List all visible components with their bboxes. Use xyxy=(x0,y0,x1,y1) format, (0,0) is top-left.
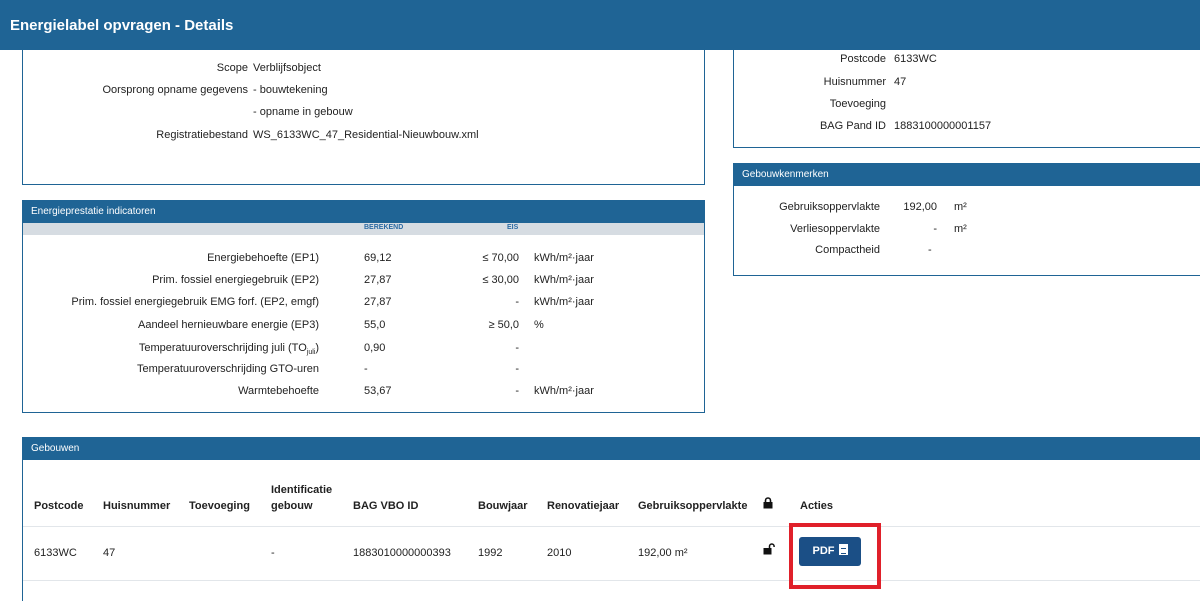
origin-value-1: - bouwtekening xyxy=(253,84,328,96)
kenmerken-title: Gebouwkenmerken xyxy=(734,164,1200,186)
energy-row: Temperatuuroverschrijding GTO-uren - - xyxy=(23,359,704,381)
th-identificatie-2: gebouw xyxy=(271,500,313,512)
energy-row-unit: kWh/m²·jaar xyxy=(534,252,594,264)
energy-row-label-main: Temperatuuroverschrijding juli (TO xyxy=(138,342,307,354)
energy-row: Aandeel hernieuwbare energie (EP3) 55,0 … xyxy=(23,315,704,337)
energy-row-label: Temperatuuroverschrijding juli (TOjuli) xyxy=(139,342,319,356)
th-huisnummer: Huisnummer xyxy=(103,500,171,512)
details-panel: Scope Verblijfsobject Oorsprong opname g… xyxy=(22,50,705,185)
energy-row: Temperatuuroverschrijding juli (TOjuli) … xyxy=(23,338,704,360)
verlies-label: Verliesoppervlakte xyxy=(790,223,880,235)
page-header: Energielabel opvragen - Details xyxy=(0,0,1200,50)
scope-value: Verblijfsobject xyxy=(253,62,321,74)
toevoeging-label: Toevoeging xyxy=(829,98,886,110)
file-label: Registratiebestand xyxy=(156,129,248,141)
energy-row-calc: 53,67 xyxy=(364,385,392,397)
huisnummer-label: Huisnummer xyxy=(823,76,886,88)
page-title: Energielabel opvragen - Details xyxy=(10,17,234,34)
energy-panel: Energieprestatie indicatoren BEREKEND EI… xyxy=(22,200,705,413)
energy-row-label: Aandeel hernieuwbare energie (EP3) xyxy=(137,319,319,331)
energy-row: Energiebehoefte (EP1) 69,12 ≤ 70,00 kWh/… xyxy=(23,248,704,270)
scope-label: Scope xyxy=(216,62,248,74)
th-bouwjaar: Bouwjaar xyxy=(478,500,528,512)
energy-row-calc: 55,0 xyxy=(364,319,386,331)
bag-pand-value: 1883100000001157 xyxy=(894,120,992,132)
address-panel: Postcode 6133WC Huisnummer 47 Toevoeging… xyxy=(733,50,1200,148)
compact-label: Compactheid xyxy=(815,244,880,256)
buildings-row-divider xyxy=(23,526,1200,527)
energy-row-calc: - xyxy=(364,363,368,375)
energy-row-req: ≤ 70,00 xyxy=(482,252,519,264)
cell-gebruiksoppervlakte: 192,00 m² xyxy=(638,547,688,559)
origin-label: Oorsprong opname gegevens xyxy=(102,84,248,96)
energy-row-req: ≥ 50,0 xyxy=(488,319,519,331)
huisnummer-value: 47 xyxy=(894,76,907,88)
buildings-panel: Gebouwen xyxy=(22,437,1200,601)
energy-row-unit: kWh/m²·jaar xyxy=(534,385,594,397)
postcode-value: 6133WC xyxy=(894,53,937,65)
cell-identificatie: - xyxy=(271,547,275,559)
energy-row-req: - xyxy=(515,296,519,308)
energy-row: Prim. fossiel energiegebruik EMG forf. (… xyxy=(23,292,704,314)
origin-value-2: - opname in gebouw xyxy=(253,106,353,118)
th-postcode: Postcode xyxy=(34,500,84,512)
verlies-value: - xyxy=(933,223,937,235)
cell-huisnummer: 47 xyxy=(103,547,116,559)
energy-row-calc: 0,90 xyxy=(364,342,386,354)
cell-postcode: 6133WC xyxy=(34,547,77,559)
highlight-box xyxy=(789,523,881,589)
energy-row-label: Prim. fossiel energiegebruik EMG forf. (… xyxy=(71,296,319,308)
unlock-icon[interactable] xyxy=(763,543,775,555)
energy-row-req: - xyxy=(515,385,519,397)
energy-row-label: Prim. fossiel energiegebruik (EP2) xyxy=(152,274,319,286)
th-identificatie-1: Identificatie xyxy=(271,484,333,496)
buildings-row-divider xyxy=(23,580,1200,581)
th-gebruiksoppervlakte: Gebruiksoppervlakte xyxy=(638,500,748,512)
energy-row-unit: % xyxy=(534,319,544,331)
th-acties: Acties xyxy=(800,500,834,512)
energy-row-label: Temperatuuroverschrijding GTO-uren xyxy=(137,363,319,375)
verlies-unit: m² xyxy=(954,223,967,235)
energy-row-calc: 27,87 xyxy=(364,296,392,308)
gebruik-value: 192,00 xyxy=(903,201,937,213)
gebruik-unit: m² xyxy=(954,201,967,213)
energy-row-calc: 27,87 xyxy=(364,274,392,286)
lock-icon xyxy=(763,497,773,509)
kenmerken-panel: Gebouwkenmerken Gebruiksoppervlakte 192,… xyxy=(733,163,1200,276)
energy-row-req: ≤ 30,00 xyxy=(482,274,519,286)
bag-pand-label: BAG Pand ID xyxy=(819,120,886,132)
th-renovatiejaar: Renovatiejaar xyxy=(547,500,620,512)
energy-row-label: Energiebehoefte (EP1) xyxy=(207,252,319,264)
cell-renovatiejaar: 2010 xyxy=(547,547,572,559)
energy-row: Warmtebehoefte 53,67 - kWh/m²·jaar xyxy=(23,381,704,403)
energy-column-header: BEREKEND EIS xyxy=(23,223,704,235)
gebruik-label: Gebruiksoppervlakte xyxy=(779,201,880,213)
postcode-label: Postcode xyxy=(840,53,886,65)
energy-title: Energieprestatie indicatoren xyxy=(23,201,704,223)
energy-row-unit: kWh/m²·jaar xyxy=(534,274,594,286)
cell-bouwjaar: 1992 xyxy=(478,547,503,559)
file-value: WS_6133WC_47_Residential-Nieuwbouw.xml xyxy=(253,129,479,141)
buildings-title: Gebouwen xyxy=(23,438,1200,460)
energy-row-label-end: ) xyxy=(315,342,319,354)
energy-row-calc: 69,12 xyxy=(364,252,392,264)
col-req-header: EIS xyxy=(507,224,519,231)
energy-row-req: - xyxy=(515,363,519,375)
energy-row-label: Warmtebehoefte xyxy=(238,385,319,397)
energy-row-req: - xyxy=(515,342,519,354)
cell-bag-vbo: 1883010000000393 xyxy=(353,547,451,559)
th-toevoeging: Toevoeging xyxy=(189,500,250,512)
compact-value: - xyxy=(928,244,932,256)
energy-row: Prim. fossiel energiegebruik (EP2) 27,87… xyxy=(23,270,704,292)
col-calc-header: BEREKEND xyxy=(364,224,404,231)
energy-row-unit: kWh/m²·jaar xyxy=(534,296,594,308)
th-bag-vbo: BAG VBO ID xyxy=(353,500,419,512)
